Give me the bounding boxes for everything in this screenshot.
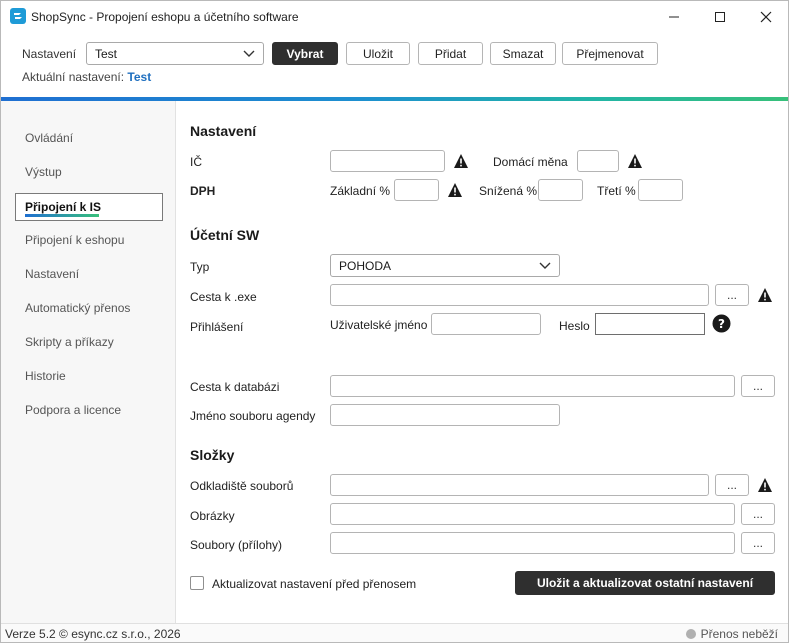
vat-third-label: Třetí % <box>597 184 636 198</box>
sidebar-item-ovladani[interactable]: Ovládání <box>25 131 73 145</box>
warning-icon <box>758 288 772 302</box>
settings-label: Nastavení <box>22 47 77 61</box>
update-settings-checkbox[interactable] <box>190 576 204 590</box>
vat-basic-label: Základní % <box>330 184 391 198</box>
maximize-button[interactable] <box>697 1 743 33</box>
app-window: ShopSync - Propojení eshopu a účetního s… <box>0 0 789 643</box>
browse-images-button[interactable]: ... <box>741 503 775 525</box>
warning-icon <box>454 154 468 168</box>
version-text: Verze 5.2 © esync.cz s.r.o., 2026 <box>5 627 181 641</box>
svg-text:?: ? <box>718 317 725 331</box>
vat-reduced-label: Snížená % <box>479 184 538 198</box>
sidebar-item-historie[interactable]: Historie <box>25 369 66 383</box>
chevron-down-icon <box>539 262 551 269</box>
ic-label: IČ <box>190 155 202 169</box>
login-label: Přihlášení <box>190 320 244 334</box>
exe-path-input[interactable] <box>330 284 709 306</box>
type-select[interactable]: POHODA <box>330 254 560 277</box>
browse-attachments-button[interactable]: ... <box>741 532 775 554</box>
currency-label: Domácí měna <box>493 155 568 169</box>
db-path-label: Cesta k databázi <box>190 380 280 394</box>
images-input[interactable] <box>330 503 735 525</box>
current-settings-label: Aktuální nastavení: <box>22 70 125 84</box>
warning-icon <box>628 154 642 168</box>
rename-button[interactable]: Přejmenovat <box>562 42 658 65</box>
section-title-settings: Nastavení <box>190 123 257 139</box>
browse-db-button[interactable]: ... <box>741 375 775 397</box>
minimize-button[interactable] <box>651 1 697 33</box>
username-input[interactable] <box>431 313 541 335</box>
vat-basic-input[interactable] <box>394 179 439 201</box>
save-update-button[interactable]: Uložit a aktualizovat ostatní nastavení <box>515 571 775 595</box>
password-label: Heslo <box>559 319 590 333</box>
sidebar-item-skripty[interactable]: Skripty a příkazy <box>25 335 114 349</box>
warning-icon <box>448 183 462 197</box>
section-title-folders: Složky <box>190 447 235 463</box>
active-underline <box>25 214 99 217</box>
images-label: Obrázky <box>190 509 235 523</box>
status-bar: Verze 5.2 © esync.cz s.r.o., 2026 Přenos… <box>1 623 788 642</box>
update-settings-label: Aktualizovat nastavení před přenosem <box>212 577 417 591</box>
agenda-file-input[interactable] <box>330 404 560 426</box>
current-settings-value: Test <box>127 70 152 84</box>
type-label: Typ <box>190 260 210 274</box>
close-icon <box>760 11 772 23</box>
sidebar-item-vystup[interactable]: Výstup <box>25 165 62 179</box>
warning-icon <box>758 478 772 492</box>
sidebar-item-podpora[interactable]: Podpora a licence <box>25 403 121 417</box>
delete-button[interactable]: Smazat <box>490 42 556 65</box>
storage-label: Odkladiště souborů <box>190 479 294 493</box>
vat-label: DPH <box>190 184 216 198</box>
minimize-icon <box>669 16 679 18</box>
window-title: ShopSync - Propojení eshopu a účetního s… <box>31 10 299 24</box>
settings-select[interactable]: Test <box>86 42 264 65</box>
close-button[interactable] <box>743 1 789 33</box>
currency-input[interactable] <box>577 150 619 172</box>
ic-input[interactable] <box>330 150 445 172</box>
section-title-accounting: Účetní SW <box>190 227 260 243</box>
sidebar-item-automaticky-prenos[interactable]: Automatický přenos <box>25 301 130 315</box>
browse-exe-button[interactable]: ... <box>715 284 749 306</box>
add-button[interactable]: Přidat <box>418 42 483 65</box>
type-select-value: POHODA <box>339 258 392 273</box>
maximize-icon <box>715 12 725 22</box>
title-bar: ShopSync - Propojení eshopu a účetního s… <box>1 1 788 33</box>
select-button[interactable]: Vybrat <box>272 42 338 65</box>
sidebar-item-pripojeni-is[interactable]: Připojení k IS <box>15 193 163 221</box>
attachments-input[interactable] <box>330 532 735 554</box>
transfer-status-text: Přenos neběží <box>700 627 778 641</box>
browse-storage-button[interactable]: ... <box>715 474 749 496</box>
db-path-input[interactable] <box>330 375 735 397</box>
vat-third-input[interactable] <box>638 179 683 201</box>
storage-input[interactable] <box>330 474 709 496</box>
exe-path-label: Cesta k .exe <box>190 290 257 304</box>
settings-select-value: Test <box>95 46 118 61</box>
agenda-file-label: Jméno souboru agendy <box>190 409 316 423</box>
save-button[interactable]: Uložit <box>346 42 410 65</box>
sidebar-item-label: Připojení k IS <box>25 200 102 214</box>
sidebar: Ovládání Výstup Připojení k IS Připojení… <box>1 101 176 623</box>
chevron-down-icon <box>243 50 255 57</box>
username-label: Uživatelské jméno <box>330 318 428 332</box>
app-logo-icon <box>10 8 26 24</box>
sidebar-item-pripojeni-eshop[interactable]: Připojení k eshopu <box>25 233 124 247</box>
vat-reduced-input[interactable] <box>538 179 583 201</box>
current-settings: Aktuální nastavení: Test <box>22 70 151 84</box>
transfer-status: Přenos neběží <box>685 627 778 641</box>
status-dot-icon <box>685 629 696 639</box>
help-icon[interactable]: ? <box>712 314 731 333</box>
sidebar-item-nastaveni[interactable]: Nastavení <box>25 267 79 281</box>
password-input[interactable] <box>595 313 705 335</box>
attachments-label: Soubory (přílohy) <box>190 538 283 552</box>
